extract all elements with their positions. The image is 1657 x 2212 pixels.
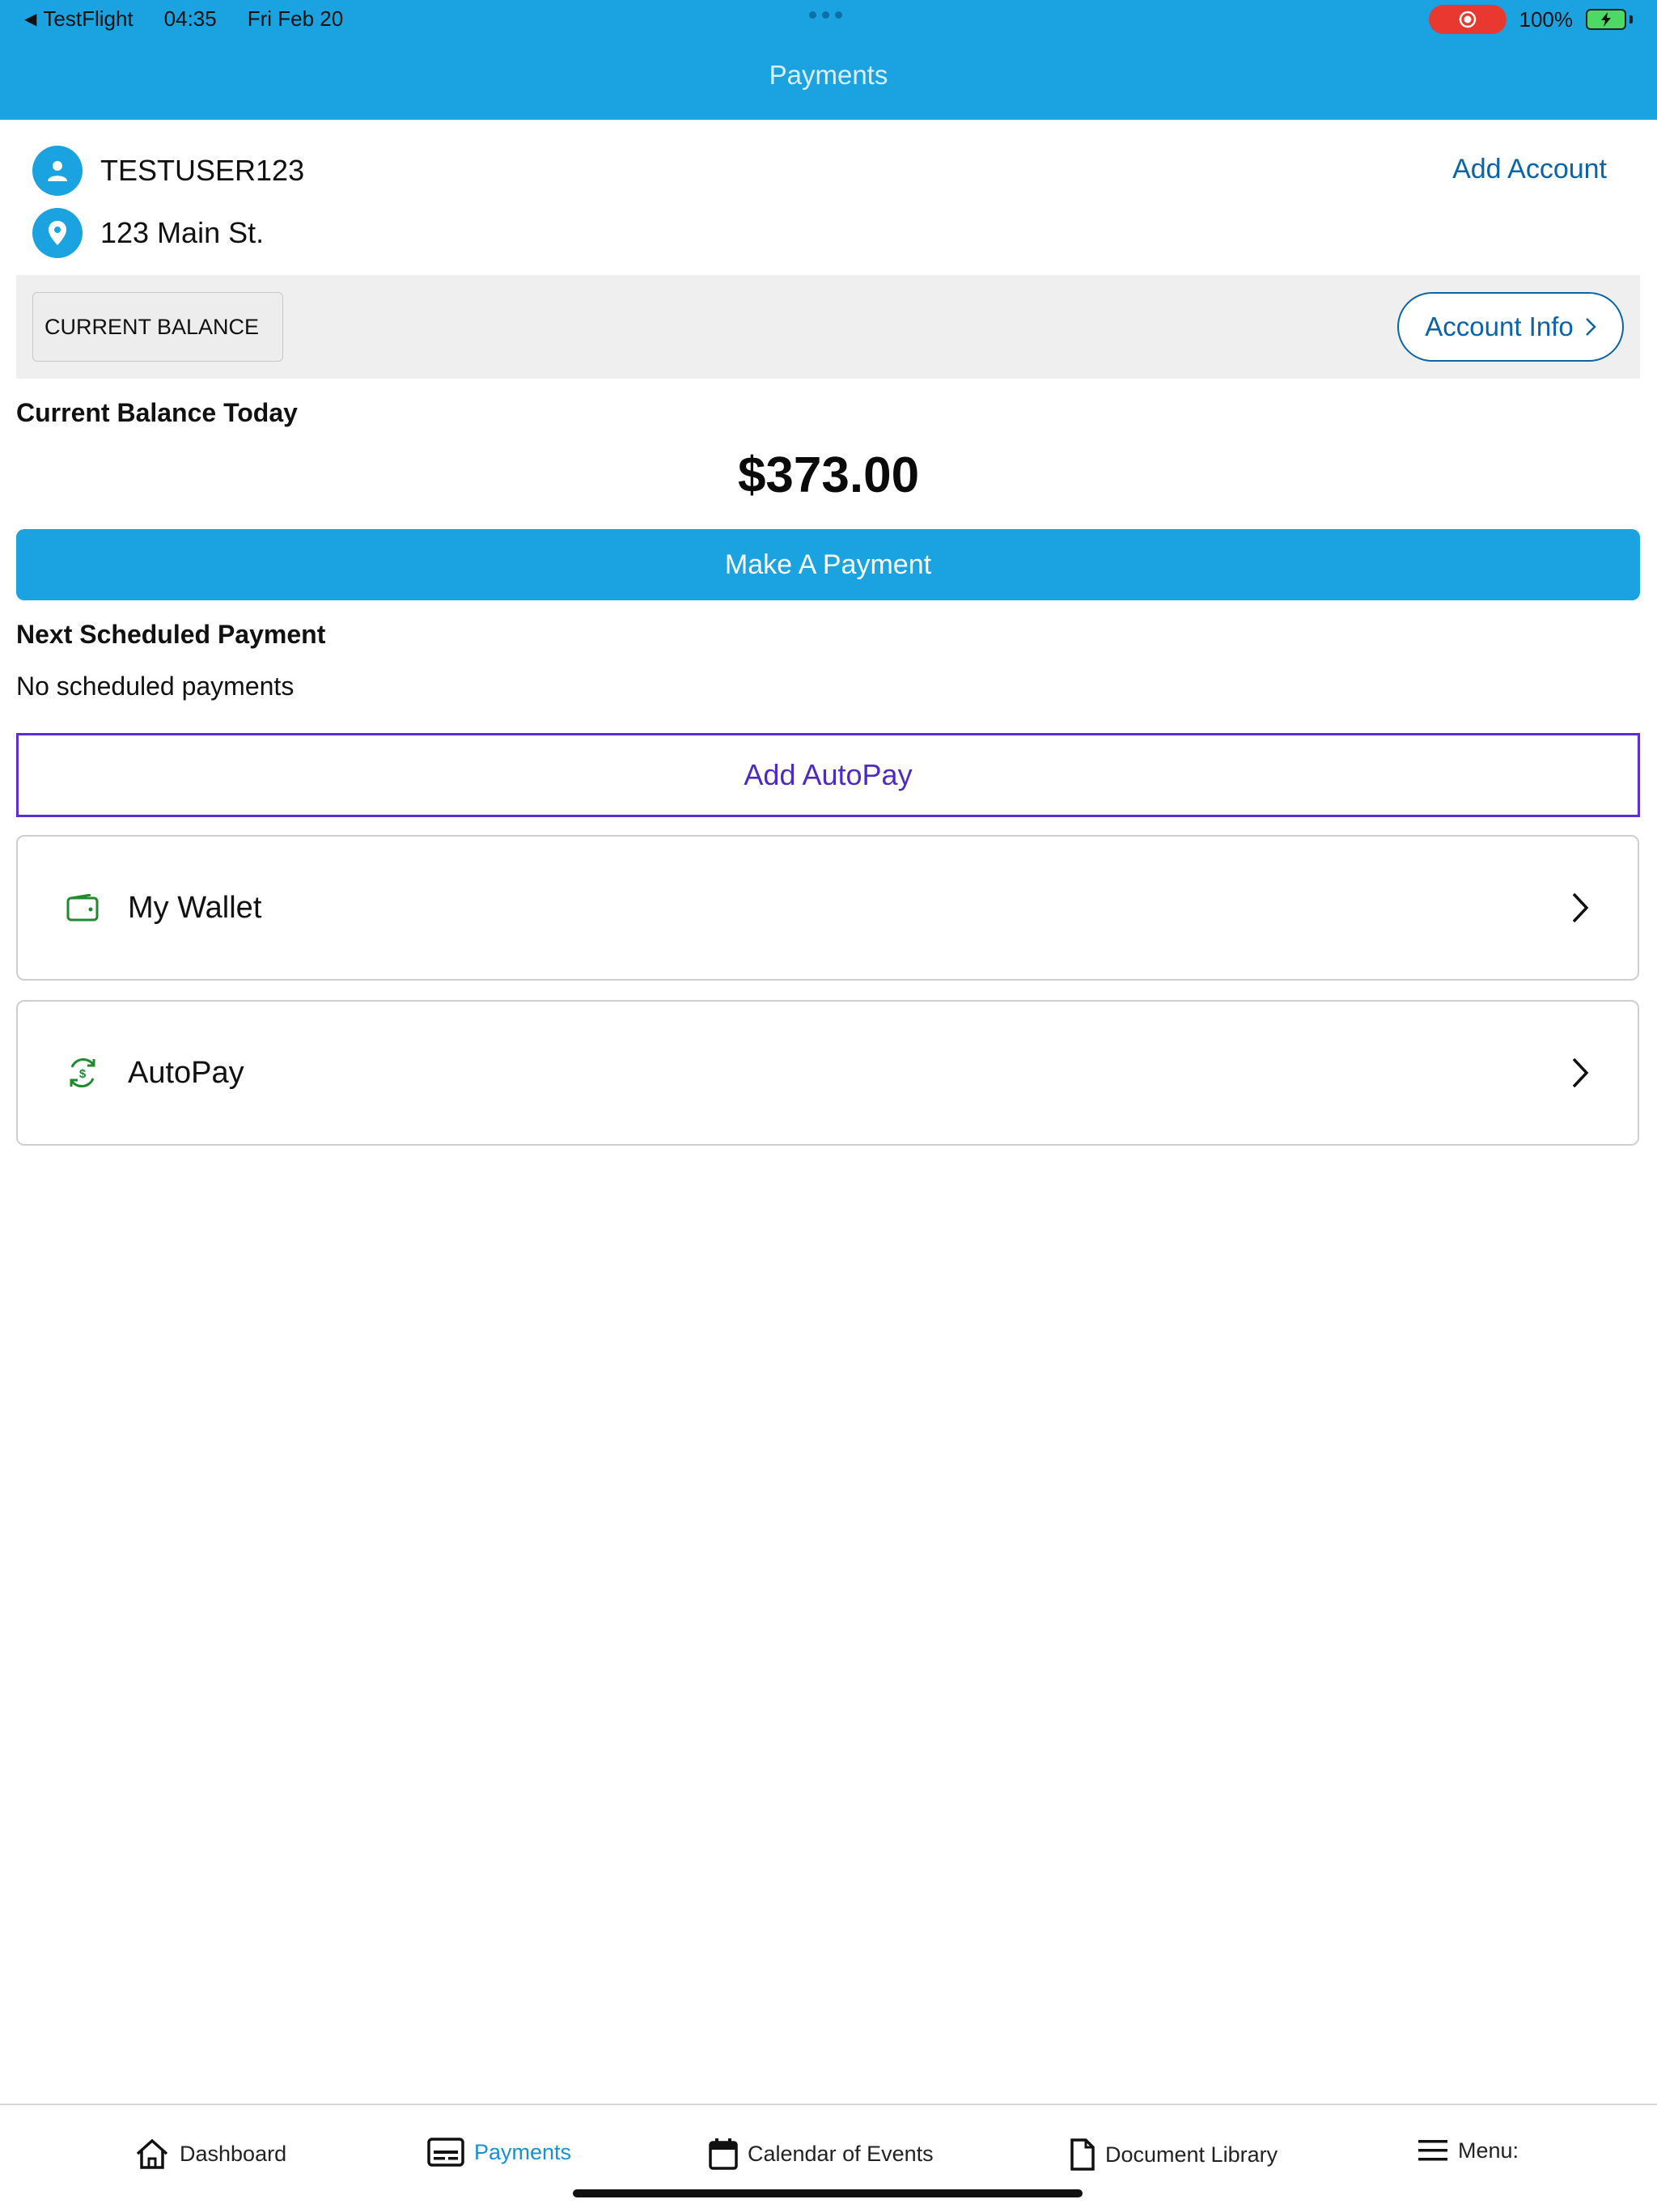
tab-payments[interactable]: Payments xyxy=(427,2138,571,2167)
home-icon xyxy=(136,2138,168,2169)
add-account-link[interactable]: Add Account xyxy=(1452,154,1607,185)
battery-percent: 100% xyxy=(1519,6,1574,32)
tab-dashboard[interactable]: Dashboard xyxy=(134,2138,286,2170)
chevron-right-icon xyxy=(1568,1055,1592,1091)
multitasking-dots-icon[interactable] xyxy=(809,11,842,19)
location-pin-icon xyxy=(32,208,83,258)
tab-document-library[interactable]: Document Library xyxy=(1070,2138,1278,2172)
scheduled-payment-status: No scheduled payments xyxy=(16,672,295,701)
tab-menu[interactable]: Menu: xyxy=(1418,2138,1519,2163)
page-title: Payments xyxy=(769,60,888,90)
menu-icon xyxy=(1418,2140,1447,2161)
next-scheduled-payment-label: Next Scheduled Payment xyxy=(16,620,326,649)
my-wallet-label: My Wallet xyxy=(128,890,262,925)
chevron-right-icon xyxy=(1585,318,1596,336)
tab-calendar-of-events[interactable]: Calendar of Events xyxy=(709,2138,934,2170)
tab-dashboard-label: Dashboard xyxy=(180,2141,287,2166)
account-username: TESTUSER123 xyxy=(100,154,305,187)
status-bar-left: ◀ TestFlight 04:35 Fri Feb 20 xyxy=(24,6,343,32)
payments-icon xyxy=(427,2138,464,2167)
status-time: 04:35 xyxy=(163,6,217,31)
account-address-row: 123 Main St. xyxy=(32,208,264,258)
app-header: ◀ TestFlight 04:35 Fri Feb 20 100% Payme… xyxy=(0,0,1657,120)
autopay-icon: $ xyxy=(65,1055,100,1091)
tab-calendar-label: Calendar of Events xyxy=(748,2141,934,2166)
autopay-label: AutoPay xyxy=(128,1055,244,1090)
status-date: Fri Feb 20 xyxy=(247,6,344,31)
my-wallet-card[interactable]: My Wallet xyxy=(16,835,1639,981)
back-app-label[interactable]: TestFlight xyxy=(43,6,133,32)
tab-payments-label: Payments xyxy=(474,2139,572,2164)
balance-amount: $373.00 xyxy=(737,447,920,503)
make-payment-button[interactable]: Make A Payment xyxy=(16,529,1640,600)
account-info-button[interactable]: Account Info xyxy=(1397,292,1624,362)
account-info-label: Account Info xyxy=(1425,311,1574,341)
user-icon xyxy=(32,146,83,196)
add-autopay-button[interactable]: Add AutoPay xyxy=(16,733,1640,817)
current-balance-chip[interactable]: CURRENT BALANCE xyxy=(32,292,283,362)
tab-menu-label: Menu: xyxy=(1458,2138,1519,2163)
svg-text:$: $ xyxy=(79,1067,87,1081)
account-user-row: TESTUSER123 xyxy=(32,146,304,196)
account-address: 123 Main St. xyxy=(100,216,265,249)
autopay-card[interactable]: $ AutoPay xyxy=(16,1000,1639,1146)
battery-icon xyxy=(1586,9,1633,30)
document-icon xyxy=(1070,2138,1095,2171)
current-balance-label: Current Balance Today xyxy=(16,398,298,427)
wallet-icon xyxy=(65,890,100,926)
back-arrow-icon[interactable]: ◀ xyxy=(24,9,36,29)
chevron-right-icon xyxy=(1568,890,1592,926)
balance-bar: CURRENT BALANCE Account Info xyxy=(16,275,1640,379)
tab-document-library-label: Document Library xyxy=(1105,2142,1278,2167)
status-bar-right: 100% xyxy=(1428,5,1633,34)
calendar-icon xyxy=(709,2138,738,2170)
screen-recording-icon[interactable] xyxy=(1428,5,1507,34)
home-indicator[interactable] xyxy=(573,2189,1083,2197)
